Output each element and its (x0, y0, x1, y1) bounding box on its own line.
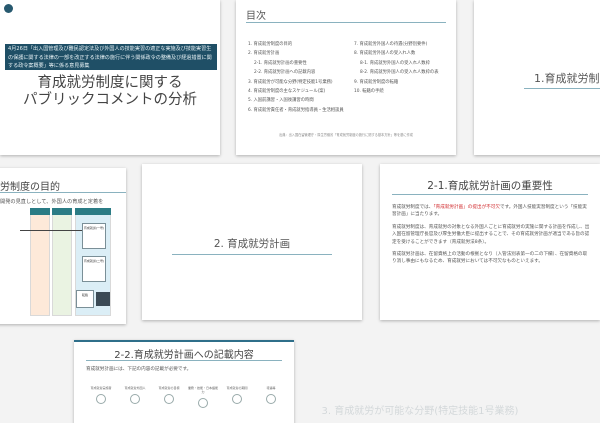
requirement-item: 待遇等 (256, 386, 286, 404)
target-icon (164, 394, 174, 404)
icon-label: 育成就労の目標 (158, 386, 180, 390)
slide-4-text: 開発の見直しとして、外国人の育成と定着を (0, 199, 104, 205)
highlight-text: 「育成就労計画」の提出が不可欠 (433, 205, 500, 210)
toc-left-column: 1. 育成就労制度の目的 2. 育成就労計画 2-1. 育成就労計画の重要性 2… (248, 40, 344, 115)
wallet-icon (266, 394, 276, 404)
title-rule (246, 22, 446, 23)
toc-item: 3. 育成就労が可能な分野(特定技能1号業務) (248, 79, 333, 85)
slide-thumbnail-1[interactable]: 4月26日「出入国管理及び難民認定法及び外国人の技能実習の適正な実施及び技能実習… (0, 0, 220, 155)
toc-item: 8. 育成就労外国人の受入れ人数 (354, 51, 416, 57)
toc-footnote: 出典：出入国在留管理庁・厚生労働省「育成就労制度の施行に関する基本方針」等を基に… (279, 133, 413, 137)
paragraph: 育成就労制度は、育成就労の対象となる外国人ごとに育成就労の実施に関する計画を作成… (392, 224, 590, 245)
toc-item: 5. 入国前講習・入国後講習の時間 (248, 98, 314, 104)
flow-box: 転籍 (76, 290, 94, 308)
slide-6-header: 2-1.育成就労計画の重要性 (427, 180, 553, 192)
header-rule (86, 360, 282, 361)
lane-header (52, 208, 72, 215)
toc-item: 6. 育成就労責任者・育成就労指導員・生活相談員 (248, 107, 344, 113)
slide-thumbnail-6[interactable]: 2-1.育成就労計画の重要性 育成就労制度では、「育成就労計画」の提出が不可欠で… (380, 164, 600, 320)
slide-1-title: 育成就労制度に関する パブリックコメントの分析 (23, 75, 197, 108)
company-icon (96, 394, 106, 404)
toc-item: 2. 育成就労計画 (248, 51, 280, 57)
toc-item: 2-2. 育成就労計画への記載内容 (254, 70, 316, 76)
toc-item: 10. 転籍の手続 (354, 89, 384, 95)
header-rule (0, 192, 126, 193)
slide-thumbnail-2[interactable]: 目次 1. 育成就労制度の目的 2. 育成就労計画 2-1. 育成就労計画の重要… (236, 0, 456, 155)
toc-item: 9. 育成就労制度の転籍 (354, 79, 399, 85)
calendar-icon (232, 394, 242, 404)
icon-label: 業務・技能・日本語能力 (188, 386, 219, 394)
slide-1-banner: 4月26日「出入国管理及び難民認定法及び外国人の技能実習の適正な実施及び技能実習… (5, 44, 217, 70)
requirement-item: 育成就労の目標 (154, 386, 184, 404)
requirement-item: 育成就労実施者 (86, 386, 116, 404)
section-rule (172, 254, 332, 255)
toc-right-column: 7. 育成就労外国人の待遇(分野別要件) 8. 育成就労外国人の受入れ人数 8-… (354, 40, 439, 96)
toc-item: 4. 育成就労制度の主なスケジュール(案) (248, 89, 326, 95)
section-title: 2. 育成就労計画 (213, 238, 291, 250)
toc-item: 2-1. 育成就労計画の重要性 (254, 60, 307, 66)
flow-lane (30, 208, 50, 316)
toc-item: 8-1. 育成就労外国人の受入れ人数枠 (360, 60, 430, 66)
paragraph: 育成就労計画は、在留資格上の活動の根拠となり（入管法別表第一の二の下欄）、在留資… (392, 252, 588, 265)
toc-item: 7. 育成就労外国人の待遇(分野別要件) (354, 42, 428, 47)
icon-label: 育成就労実施者 (90, 386, 112, 390)
icon-label: 育成就労外国人 (124, 386, 146, 390)
lane-header (75, 208, 111, 215)
flow-box: 育成就労(二号) (82, 256, 106, 282)
slide-6-body: 育成就労制度では、「育成就労計画」の提出が不可欠です。外国人技能実習制度という「… (392, 204, 590, 271)
slide-7-text: 育成就労計画には、下記の内容の記載が必要です。 (86, 367, 192, 372)
flow-arrow (20, 230, 82, 231)
paragraph: 育成就労制度では、「育成就労計画」の提出が不可欠です。外国人技能実習制度という「… (392, 204, 590, 219)
top-accent-bar (74, 340, 294, 342)
person-icon (130, 394, 140, 404)
company-logo-icon (4, 4, 13, 13)
icon-label: 待遇等 (266, 386, 276, 390)
lane-header (30, 208, 50, 215)
slide-thumbnail-8[interactable]: 3. 育成就労が可能な分野(特定技能1号業務) (310, 362, 530, 423)
requirement-item: 業務・技能・日本語能力 (188, 386, 218, 408)
toc-title: 目次 (246, 11, 266, 22)
icon-label: 育成就労の期間 (226, 386, 248, 390)
toc-item: 1. 育成就労制度の目的 (248, 42, 293, 47)
header-rule (392, 194, 588, 195)
flow-box: 育成就労(一号) (82, 223, 106, 249)
flow-lane (52, 208, 72, 316)
book-icon (198, 398, 208, 408)
slide-thumbnail-5[interactable]: 2. 育成就労計画 (142, 164, 362, 320)
slide-thumbnail-3[interactable]: 1.育成就労制度 (474, 0, 600, 155)
slide-thumbnail-4[interactable]: 労制度の目的 開発の見直しとして、外国人の育成と定着を 育成就労(一号) 育成就… (0, 168, 126, 324)
requirement-item: 育成就労外国人 (120, 386, 150, 404)
section-title: 1.育成就労制度 (534, 72, 600, 85)
requirement-item: 育成就労の期間 (222, 386, 252, 404)
person-icon (96, 292, 110, 306)
section-rule (524, 88, 600, 89)
slide-7-header: 2-2.育成就労計画への記載内容 (114, 350, 254, 361)
slide-4-header: 労制度の目的 (0, 182, 60, 193)
slide-sorter-grid: 4月26日「出入国管理及び難民認定法及び外国人の技能実習の適正な実施及び技能実習… (0, 0, 600, 423)
text: 育成就労制度では、 (392, 205, 434, 210)
toc-item: 8-2. 育成就労外国人の受入れ人数枠の表 (360, 70, 439, 76)
section-title: 3. 育成就労が可能な分野(特定技能1号業務) (321, 406, 519, 417)
slide-thumbnail-7[interactable]: 2-2.育成就労計画への記載内容 育成就労計画には、下記の内容の記載が必要です。… (74, 340, 294, 423)
requirement-icons: 育成就労実施者 育成就労外国人 育成就労の目標 業務・技能・日本語能力 育成就労… (86, 386, 286, 416)
